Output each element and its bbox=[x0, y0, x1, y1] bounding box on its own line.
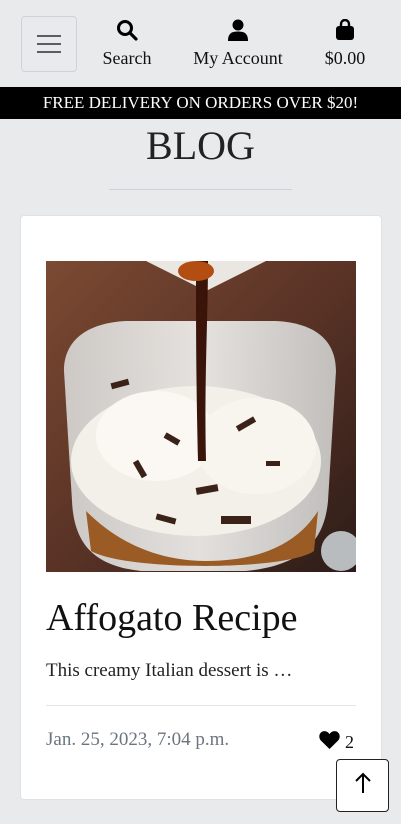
post-title[interactable]: Affogato Recipe bbox=[46, 596, 298, 640]
blog-post-card[interactable]: Affogato Recipe This creamy Italian dess… bbox=[20, 215, 382, 800]
bag-total-label: $0.00 bbox=[324, 48, 366, 68]
card-divider bbox=[46, 705, 356, 706]
back-to-top-button[interactable] bbox=[336, 759, 389, 812]
heart-icon bbox=[319, 731, 340, 754]
menu-toggle-button[interactable] bbox=[21, 16, 77, 72]
hamburger-icon bbox=[37, 35, 61, 37]
search-icon bbox=[98, 18, 156, 42]
site-header: Search My Account $0.00 bbox=[0, 0, 401, 87]
free-delivery-banner: FREE DELIVERY ON ORDERS OVER $20! bbox=[0, 87, 401, 119]
page-title: BLOG bbox=[146, 123, 255, 168]
my-account-nav-item[interactable]: My Account bbox=[186, 18, 290, 69]
post-date: Jan. 25, 2023, 7:04 p.m. bbox=[46, 729, 230, 750]
title-divider bbox=[109, 189, 292, 190]
shopping-bag-icon bbox=[320, 18, 370, 42]
shopping-bag-nav-item[interactable]: $0.00 bbox=[320, 18, 370, 69]
post-image[interactable] bbox=[46, 261, 356, 572]
user-icon bbox=[186, 18, 290, 42]
search-nav-item[interactable]: Search bbox=[98, 18, 156, 69]
arrow-up-icon bbox=[354, 772, 372, 799]
like-button[interactable]: 2 bbox=[319, 731, 354, 754]
post-excerpt: This creamy Italian dessert is … bbox=[46, 660, 293, 681]
my-account-label: My Account bbox=[193, 48, 283, 68]
search-label: Search bbox=[102, 48, 152, 68]
like-count: 2 bbox=[345, 732, 354, 752]
